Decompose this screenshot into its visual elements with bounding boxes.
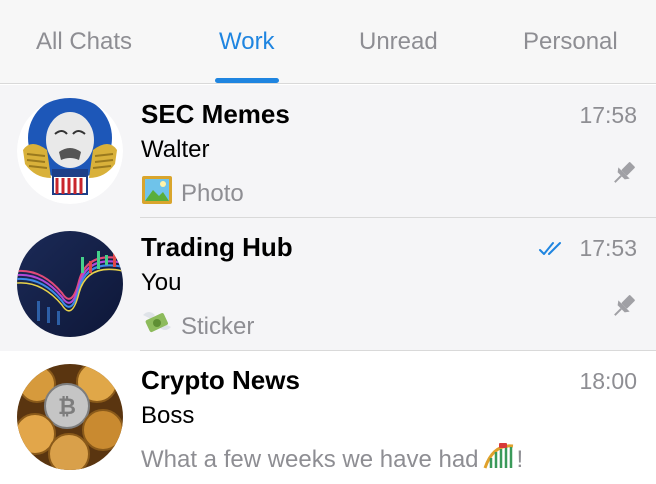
sec-seal-avatar-image (17, 98, 123, 204)
chat-time: 17:53 (579, 235, 637, 261)
tab-unread[interactable]: Unread (359, 28, 438, 56)
avatar: ₿ (17, 364, 123, 470)
chat-row-sec-memes[interactable]: SEC Memes 17:58 Walter Photo (0, 85, 656, 218)
chat-preview: Photo (141, 174, 244, 213)
double-check-icon (538, 240, 568, 263)
roller-coaster-icon (483, 440, 515, 479)
active-tab-indicator (215, 78, 279, 83)
chat-time: 17:58 (579, 102, 637, 128)
pin-icon (610, 159, 638, 192)
folder-tabs: All Chats Work Unread Personal (0, 0, 656, 84)
chat-sender: Walter (141, 136, 210, 163)
chat-title: Trading Hub (141, 232, 293, 262)
chat-time: 18:00 (579, 368, 637, 394)
tab-all-chats[interactable]: All Chats (36, 28, 132, 56)
pin-icon (610, 292, 638, 325)
chat-title: SEC Memes (141, 99, 290, 129)
chat-row-crypto-news[interactable]: ₿ Crypto News 18:00 Boss What a few week… (0, 351, 656, 484)
avatar (17, 231, 123, 337)
chat-preview-suffix: ! (516, 445, 524, 473)
chat-preview-text: What a few weeks we have had (141, 445, 479, 473)
chat-preview: Sticker (141, 307, 254, 346)
svg-text:₿: ₿ (58, 395, 76, 420)
tab-work[interactable]: Work (219, 28, 275, 56)
chat-row-trading-hub[interactable]: Trading Hub 17:53 You Sticker (0, 218, 656, 351)
chat-preview-text: Sticker (181, 312, 255, 340)
chat-sender: Boss (141, 402, 195, 429)
chat-sender: You (141, 269, 182, 296)
tab-personal[interactable]: Personal (523, 28, 618, 56)
crypto-coins-avatar-image: ₿ (17, 364, 123, 470)
trading-chart-avatar-image (17, 231, 123, 337)
chat-preview: What a few weeks we have had ! (141, 440, 523, 479)
chat-preview-text: Photo (181, 179, 244, 207)
chat-title: Crypto News (141, 365, 300, 395)
photo-icon (141, 174, 173, 213)
avatar (17, 98, 123, 204)
money-wings-icon (141, 307, 173, 346)
